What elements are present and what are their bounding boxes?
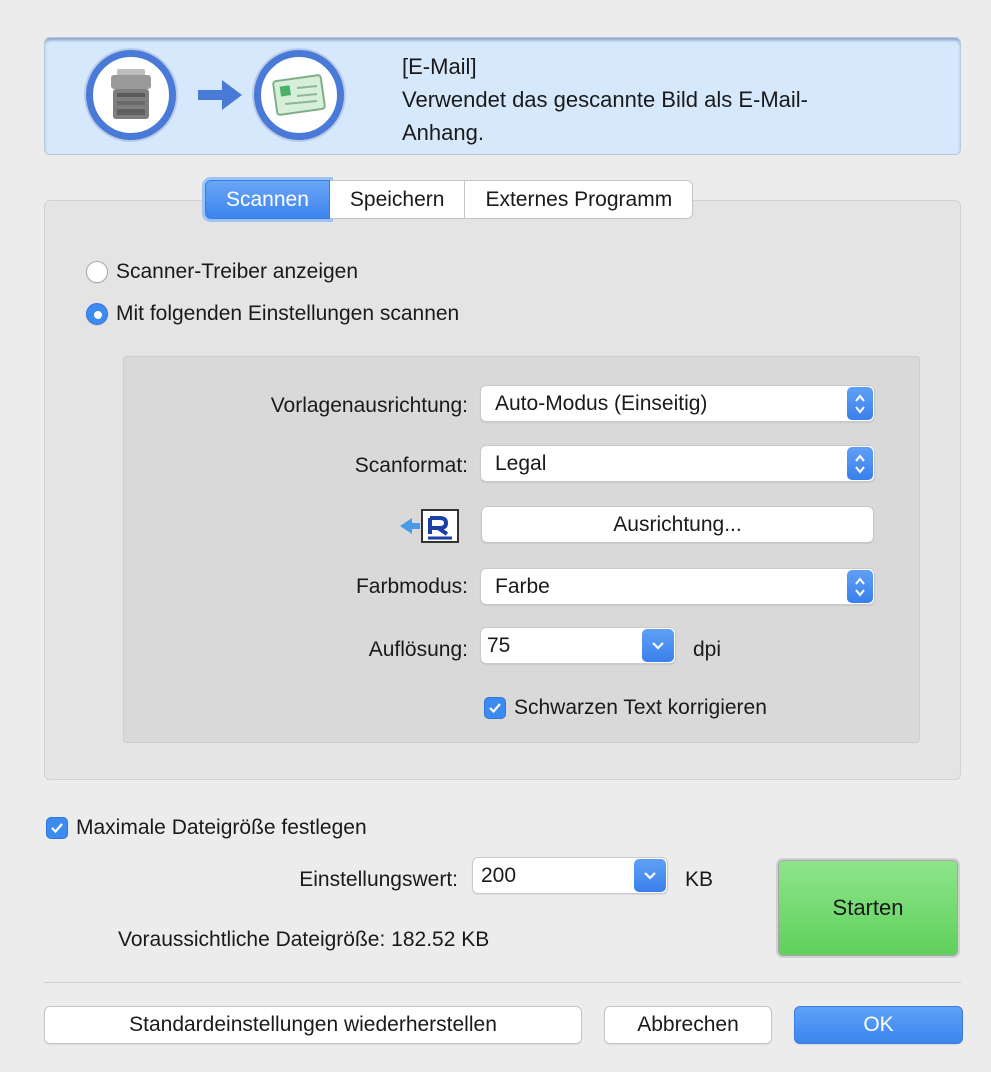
format-value: Legal [495,452,547,475]
updown-chevron-icon [847,447,873,480]
radio-scanner-driver[interactable]: Scanner-Treiber anzeigen [86,260,358,284]
start-button[interactable]: Starten [778,860,958,956]
banner-text: [E-Mail] Verwendet das gescannte Bild al… [402,50,882,149]
divider [44,982,961,983]
banner-description-line2: Anhang. [402,120,484,145]
color-mode-value: Farbe [495,575,550,598]
setting-value-value: 200 [481,864,517,887]
cancel-button[interactable]: Abbrechen [604,1006,772,1044]
ok-button[interactable]: OK [794,1006,963,1044]
scanner-icon [86,50,176,140]
fix-black-text-checkbox[interactable]: Schwarzen Text korrigieren [484,696,767,720]
setting-value-combo[interactable]: 200 [472,857,668,894]
banner-description-line1: Verwendet das gescannte Bild als E-Mail- [402,87,808,112]
email-icon [254,50,344,140]
checkmark-icon[interactable] [46,817,68,839]
setting-value-unit: KB [685,868,714,891]
alignment-button[interactable]: Ausrichtung... [481,506,874,543]
tab-bar: Scannen Speichern Externes Programm [205,180,694,219]
tab-speichern[interactable]: Speichern [329,180,466,219]
orientation-popup[interactable]: Auto-Modus (Einseitig) [480,385,875,422]
checkmark-icon[interactable] [484,697,506,719]
format-label: Scanformat: [354,454,468,477]
resolution-unit: dpi [693,638,722,661]
format-popup[interactable]: Legal [480,445,875,482]
tab-externes-programm[interactable]: Externes Programm [465,180,694,219]
radio-button-selected[interactable] [86,303,108,325]
updown-chevron-icon [847,570,873,603]
resolution-combo[interactable]: 75 [480,627,676,664]
tab-scannen[interactable]: Scannen [205,180,330,219]
updown-chevron-icon [847,387,873,420]
radio-button[interactable] [86,261,108,283]
radio-scan-with-settings[interactable]: Mit folgenden Einstellungen scannen [86,302,459,326]
arrow-right-icon [196,78,244,117]
chevron-down-icon[interactable] [642,629,674,662]
orientation-label: Vorlagenausrichtung: [270,394,468,417]
setting-value-label: Einstellungswert: [299,868,458,891]
resolution-value: 75 [487,634,511,657]
chevron-down-icon[interactable] [634,859,666,892]
estimated-size-value: 182.52 KB [391,928,490,951]
color-mode-popup[interactable]: Farbe [480,568,875,605]
estimated-file-size: Voraussichtliche Dateigröße: 182.52 KB [118,928,489,952]
estimated-size-label: Voraussichtliche Dateigröße: [118,928,386,951]
max-file-size-checkbox[interactable]: Maximale Dateigröße festlegen [46,816,367,840]
radio-label: Scanner-Treiber anzeigen [116,260,359,283]
color-mode-label: Farbmodus: [355,575,468,598]
restore-defaults-button[interactable]: Standardeinstellungen wiederherstellen [44,1006,582,1044]
max-file-size-label: Maximale Dateigröße festlegen [76,816,367,839]
banner-title: [E-Mail] [402,54,477,79]
document-orientation-icon [398,506,462,551]
fix-black-text-label: Schwarzen Text korrigieren [514,696,767,719]
resolution-label: Auflösung: [368,638,468,661]
orientation-value: Auto-Modus (Einseitig) [495,392,708,415]
radio-label: Mit folgenden Einstellungen scannen [116,302,460,325]
